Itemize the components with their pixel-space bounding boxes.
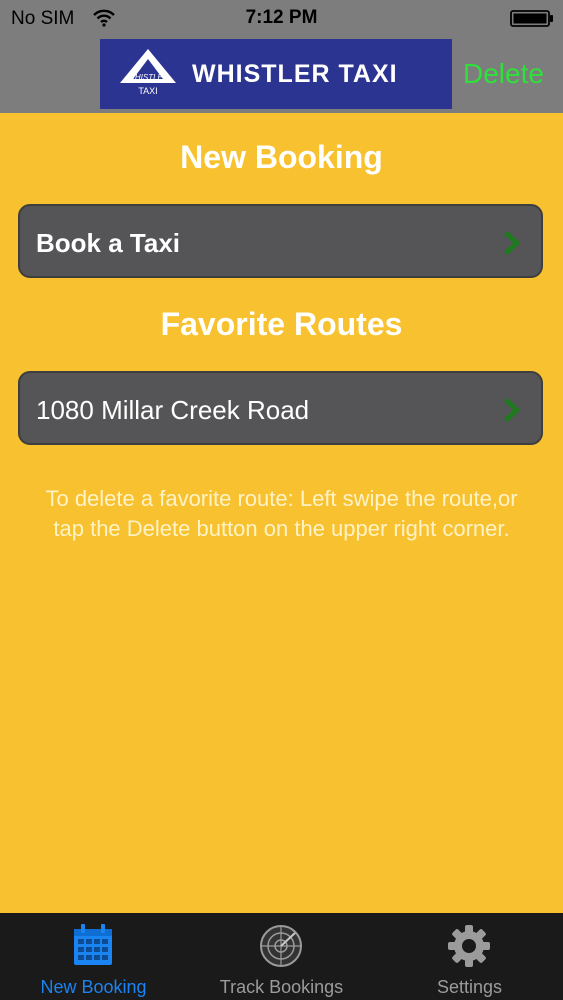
logo-mark: WHISTLER TAXI — [120, 49, 176, 96]
logo-mark-bottom-text: TAXI — [138, 86, 157, 96]
tab-bar: New Booking Track Bookings Settings — [0, 913, 563, 1000]
battery-icon — [510, 10, 553, 27]
status-time: 7:12 PM — [245, 7, 318, 28]
tab-new-booking-label: New Booking — [40, 977, 147, 997]
tab-new-booking[interactable]: New Booking — [0, 913, 187, 1000]
tab-track-bookings[interactable]: Track Bookings — [188, 913, 375, 1000]
favorite-route-label: 1080 Millar Creek Road — [36, 395, 310, 425]
new-booking-title: New Booking — [180, 139, 383, 175]
top-bar: No SIM 7:12 PM WHISTLER TAXI WHISTLER TA… — [0, 0, 563, 113]
logo-text: WHISTLER TAXI — [192, 60, 398, 88]
tab-track-bookings-label: Track Bookings — [219, 977, 344, 997]
radar-icon — [260, 925, 302, 967]
book-taxi-label: Book a Taxi — [36, 228, 181, 258]
delete-hint-text: To delete a favorite route: Left swipe t… — [45, 486, 518, 541]
tab-settings-label: Settings — [436, 977, 503, 997]
whistler-taxi-logo: WHISTLER TAXI WHISTLER TAXI — [100, 39, 452, 109]
tab-settings[interactable]: Settings — [376, 913, 563, 1000]
chevron-right-icon — [504, 398, 520, 422]
favorite-routes-title: Favorite Routes — [160, 306, 403, 342]
status-bar: No SIM 7:12 PM — [0, 0, 563, 38]
logo-mark-top-text: WHISTLER — [127, 73, 169, 82]
book-taxi-button[interactable]: Book a Taxi — [18, 204, 543, 278]
delete-button[interactable]: Delete — [463, 58, 544, 90]
calendar-icon — [74, 924, 112, 965]
gear-icon — [448, 925, 490, 967]
favorite-route-item[interactable]: 1080 Millar Creek Road — [18, 371, 543, 445]
chevron-right-icon — [504, 231, 520, 255]
